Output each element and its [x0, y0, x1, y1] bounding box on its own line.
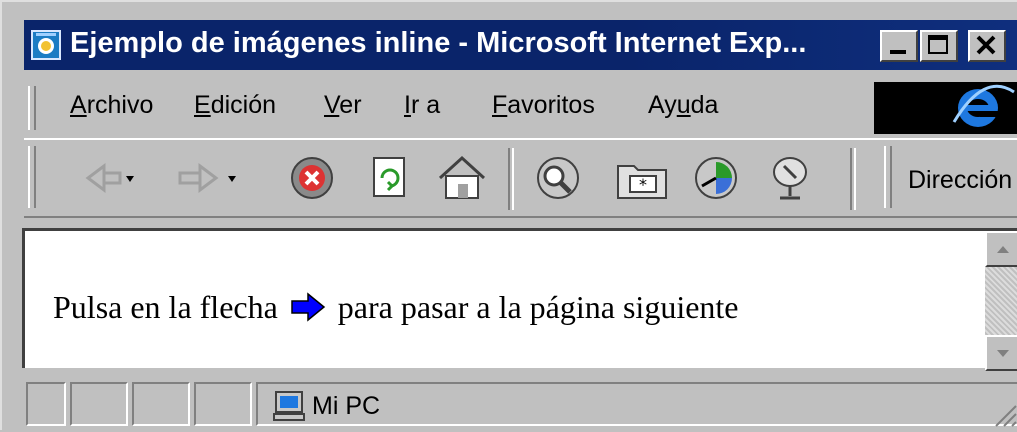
search-icon — [537, 157, 579, 199]
home-icon — [438, 155, 486, 199]
menu-ver[interactable]: Ver — [324, 91, 362, 120]
chevron-down-icon — [997, 350, 1009, 357]
status-panel-4 — [194, 382, 252, 426]
resize-grip-icon[interactable] — [988, 398, 1017, 428]
menu-ir-a[interactable]: Ir a — [404, 91, 440, 120]
close-button[interactable] — [968, 30, 1006, 62]
content-text-after: para pasar a la página siguiente — [337, 289, 739, 325]
history-icon — [695, 157, 737, 199]
ie-logo-panel — [874, 82, 1017, 134]
search-button[interactable] — [530, 152, 586, 209]
minimize-icon — [890, 50, 906, 54]
menu-edicion[interactable]: Edición — [194, 91, 276, 120]
channels-icon — [773, 157, 807, 200]
toolbar-grip[interactable] — [28, 146, 36, 208]
favorites-button[interactable]: * — [612, 152, 672, 209]
address-grip[interactable] — [884, 146, 892, 208]
chevron-up-icon — [997, 246, 1009, 253]
minimize-button[interactable] — [880, 30, 918, 62]
menu-ayuda[interactable]: Ayuda — [648, 91, 718, 120]
browser-window: Ejemplo de imágenes inline - Microsoft I… — [0, 0, 1017, 430]
maximize-button[interactable] — [920, 30, 958, 62]
content-text-before: Pulsa en la flecha — [53, 289, 278, 325]
toolbar: * Dirección — [24, 138, 1017, 218]
stop-icon — [291, 157, 333, 199]
scroll-up-button[interactable] — [985, 231, 1017, 267]
right-arrow-icon[interactable] — [290, 292, 326, 330]
stop-button[interactable] — [286, 152, 338, 209]
ie-logo-icon — [952, 84, 1015, 127]
toolbar-separator-2 — [850, 148, 856, 210]
svg-text:*: * — [639, 175, 647, 194]
page-content: Pulsa en la flecha para pasar a la págin… — [22, 228, 1017, 371]
refresh-icon — [373, 157, 405, 197]
menu-archivo[interactable]: Archivo — [70, 91, 153, 120]
browser-icon — [31, 30, 61, 60]
menu-bar: Archivo Edición Ver Ir a Favoritos Ayuda — [24, 82, 1017, 134]
menu-favoritos[interactable]: Favoritos — [492, 91, 595, 120]
favorites-icon: * — [617, 165, 667, 199]
content-paragraph: Pulsa en la flecha para pasar a la págin… — [53, 289, 739, 330]
status-panel-3 — [132, 382, 190, 426]
maximize-icon — [928, 35, 948, 54]
forward-icon — [178, 163, 236, 193]
window-title: Ejemplo de imágenes inline - Microsoft I… — [70, 27, 807, 59]
status-zone-label: Mi PC — [312, 392, 381, 420]
computer-icon — [273, 391, 305, 421]
scroll-down-button[interactable] — [985, 335, 1017, 371]
history-button[interactable] — [688, 152, 744, 209]
back-button[interactable] — [74, 152, 134, 209]
menu-grip[interactable] — [28, 86, 36, 130]
status-panel-2 — [70, 382, 128, 426]
toolbar-separator — [508, 148, 514, 210]
forward-button[interactable] — [172, 152, 242, 209]
status-panel-1 — [26, 382, 66, 426]
close-icon — [976, 35, 996, 55]
home-button[interactable] — [434, 152, 490, 209]
address-label: Dirección — [908, 166, 1013, 194]
title-bar[interactable]: Ejemplo de imágenes inline - Microsoft I… — [24, 20, 1017, 70]
channels-button[interactable] — [764, 152, 820, 209]
status-bar: Mi PC — [22, 374, 1017, 432]
back-icon — [85, 163, 134, 193]
vertical-scrollbar[interactable] — [985, 231, 1017, 371]
refresh-button[interactable] — [364, 152, 416, 209]
